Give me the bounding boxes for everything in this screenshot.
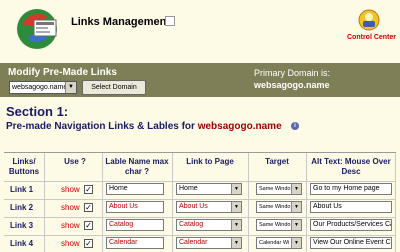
col-divider xyxy=(395,153,396,252)
alt-text-input[interactable]: View Our Online Event Ca xyxy=(310,237,392,249)
section-title: Section 1: xyxy=(6,104,69,119)
chevron-down-icon: ▼ xyxy=(291,220,301,230)
chevron-down-icon: ▼ xyxy=(65,82,76,93)
chevron-down-icon: ▼ xyxy=(291,238,301,248)
header-label-name: Lable Name max char ? xyxy=(105,157,169,176)
domain-select-value: websagogo.name xyxy=(12,84,68,91)
target-select[interactable]: Same Windo ▼ xyxy=(256,183,302,195)
link-to-select[interactable]: Calendar ▼ xyxy=(176,237,242,249)
alt-text-input[interactable]: Our Products/Services Ca xyxy=(310,219,392,231)
target-value: Calendar Wi xyxy=(259,240,290,246)
info-icon[interactable]: i xyxy=(291,122,299,130)
alt-text-input[interactable]: Go to my Home page xyxy=(310,183,392,195)
show-link[interactable]: show xyxy=(61,239,80,248)
section-subtitle-text: Pre-made Navigation Links & Lables for xyxy=(6,121,198,132)
row-link-3-label: Link 3 xyxy=(10,221,34,230)
primary-domain-label: Primary Domain is: xyxy=(254,68,331,78)
primary-domain-value: websagogo.name xyxy=(254,80,330,90)
chevron-down-icon: ▼ xyxy=(291,202,301,212)
chevron-down-icon: ▼ xyxy=(231,202,241,212)
header-links: Links/ Buttons xyxy=(8,157,40,176)
select-domain-button[interactable]: Select Domain xyxy=(82,80,146,95)
row-divider xyxy=(4,217,396,218)
use-checkbox[interactable]: ✓ xyxy=(84,203,93,212)
show-link[interactable]: show xyxy=(61,203,80,212)
link-to-select[interactable]: About Us ▼ xyxy=(176,201,242,213)
row-divider xyxy=(4,181,396,182)
target-value: Same Windo xyxy=(259,186,291,192)
chevron-down-icon: ▼ xyxy=(291,184,301,194)
link-to-value: Calendar xyxy=(179,239,208,246)
use-checkbox[interactable]: ✓ xyxy=(84,239,93,248)
link-to-value: Home xyxy=(179,185,198,192)
col-divider xyxy=(44,153,45,252)
control-center-link[interactable]: Control Center xyxy=(347,34,396,41)
show-link[interactable]: show xyxy=(61,185,80,194)
label-name-input[interactable]: About Us xyxy=(106,201,164,213)
domain-select[interactable]: websagogo.name ▼ xyxy=(9,81,77,94)
target-select[interactable]: Same Windo ▼ xyxy=(256,201,302,213)
target-value: Same Windo xyxy=(259,204,291,210)
header-alt-text: Alt Text: Mouse Over Desc xyxy=(311,157,391,176)
col-divider xyxy=(306,153,307,252)
col-divider xyxy=(102,153,103,252)
alt-text-input[interactable]: About Us xyxy=(310,201,392,213)
col-divider xyxy=(172,153,173,252)
label-name-input[interactable]: Home xyxy=(106,183,164,195)
header-use: Use ? xyxy=(64,157,86,166)
show-link[interactable]: show xyxy=(61,221,80,230)
chevron-down-icon: ▼ xyxy=(231,238,241,248)
row-divider xyxy=(4,199,396,200)
chevron-down-icon: ▼ xyxy=(231,184,241,194)
target-select[interactable]: Calendar Wi ▼ xyxy=(256,237,302,249)
page-title: Links Management xyxy=(71,16,171,28)
links-management-logo xyxy=(12,4,62,54)
row-link-1-label: Link 1 xyxy=(10,185,34,194)
link-to-value: Catalog xyxy=(179,221,204,228)
row-link-2-label: Link 2 xyxy=(10,203,34,212)
link-to-select[interactable]: Catalog ▼ xyxy=(176,219,242,231)
label-name-input[interactable]: Calendar xyxy=(106,237,164,249)
link-to-select[interactable]: Home ▼ xyxy=(176,183,242,195)
chevron-down-icon: ▼ xyxy=(231,220,241,230)
target-value: Same Windo xyxy=(259,222,291,228)
links-table: Links/ Buttons Use ? Lable Name max char… xyxy=(4,152,396,252)
use-checkbox[interactable]: ✓ xyxy=(84,185,93,194)
header-target: Target xyxy=(265,157,289,166)
label-name-input[interactable]: Catalog xyxy=(106,219,164,231)
use-checkbox[interactable]: ✓ xyxy=(84,221,93,230)
control-center-icon[interactable] xyxy=(355,8,383,32)
row-link-4-label: Link 4 xyxy=(10,239,34,248)
section-domain: websagogo.name xyxy=(197,121,282,132)
link-to-value: About Us xyxy=(179,203,208,210)
section-subtitle: Pre-made Navigation Links & Lables for w… xyxy=(6,121,282,132)
target-select[interactable]: Same Windo ▼ xyxy=(256,219,302,231)
header-link-to: Link to Page xyxy=(186,157,234,166)
band-title: Modify Pre-Made Links xyxy=(8,67,117,78)
col-divider xyxy=(248,153,249,252)
row-divider xyxy=(4,235,396,236)
broken-image-icon xyxy=(165,16,175,26)
